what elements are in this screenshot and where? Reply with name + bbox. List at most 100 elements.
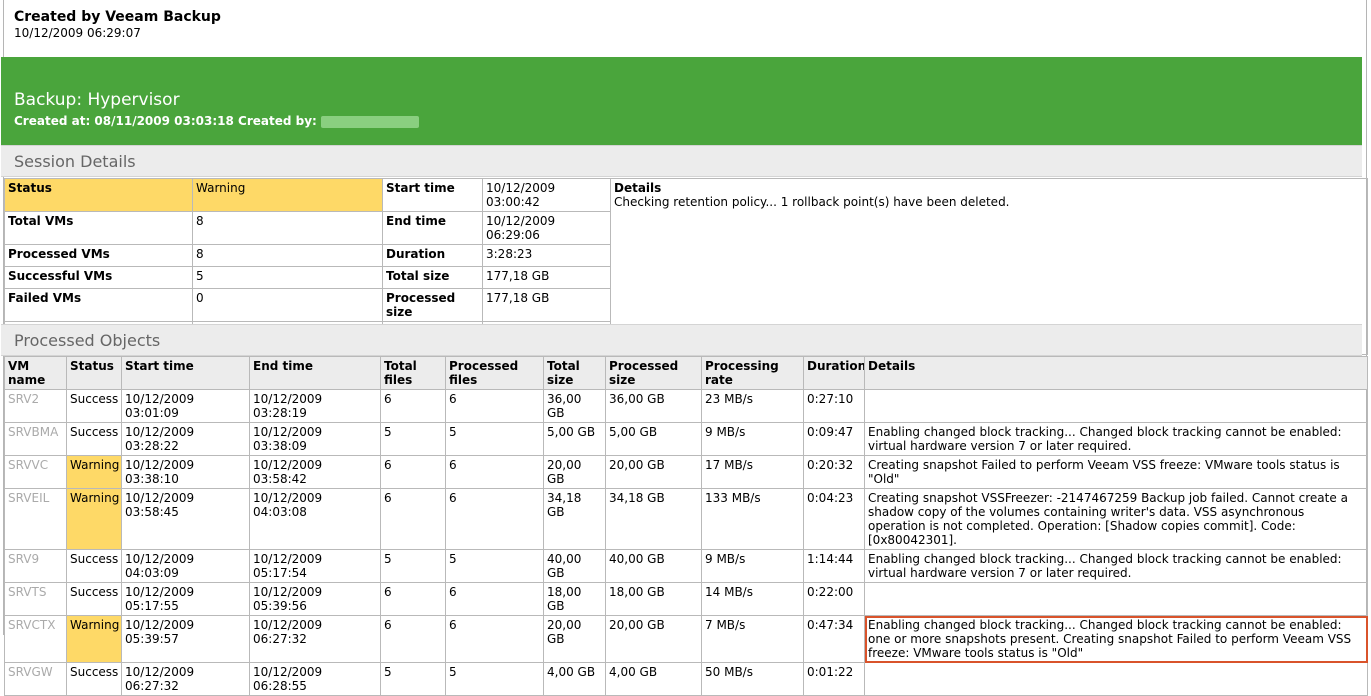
session-value: 177,18 GB bbox=[482, 266, 611, 289]
table-cell: 5 bbox=[380, 662, 446, 696]
table-cell: 6 bbox=[445, 615, 544, 663]
table-cell: 36,00 GB bbox=[543, 389, 606, 423]
column-header: Status bbox=[66, 356, 122, 390]
table-cell: 36,00 GB bbox=[605, 389, 702, 423]
table-cell: 10/12/2009 03:28:22 bbox=[121, 422, 250, 456]
table-cell: SRV9 bbox=[4, 549, 67, 583]
table-cell: 10/12/2009 05:17:54 bbox=[249, 549, 381, 583]
session-value: 8 bbox=[192, 211, 383, 245]
report-title: Created by Veeam Backup bbox=[14, 9, 221, 25]
table-cell: Success bbox=[66, 662, 122, 696]
table-cell: Success bbox=[66, 422, 122, 456]
session-label: Total size bbox=[382, 266, 483, 289]
table-cell: 6 bbox=[380, 582, 446, 616]
column-header: Processed files bbox=[445, 356, 544, 390]
column-header: Total files bbox=[380, 356, 446, 390]
table-cell: 20,00 GB bbox=[543, 455, 606, 489]
session-value: 5 bbox=[192, 266, 383, 289]
table-cell: 7 MB/s bbox=[701, 615, 804, 663]
job-banner: Backup: Hypervisor Created at: 08/11/200… bbox=[1, 57, 1362, 145]
table-cell: SRVEIL bbox=[4, 488, 67, 550]
table-cell: Warning bbox=[66, 488, 122, 550]
table-cell: 133 MB/s bbox=[701, 488, 804, 550]
table-cell bbox=[864, 582, 1368, 616]
table-cell: 1:14:44 bbox=[803, 549, 865, 583]
table-cell: 6 bbox=[380, 615, 446, 663]
session-label: Failed VMs bbox=[4, 288, 193, 322]
session-label: Processed size bbox=[382, 288, 483, 322]
table-row: SRVEIL Warning 10/12/2009 03:58:45 10/12/20… bbox=[4, 488, 1368, 550]
table-cell: SRVTS bbox=[4, 582, 67, 616]
processed-objects-heading: Processed Objects bbox=[1, 324, 1362, 356]
table-row: SRV2 Success 10/12/2009 03:01:09 10/12/2009… bbox=[4, 389, 1368, 423]
table-cell: 0:47:34 bbox=[803, 615, 865, 663]
table-cell: 9 MB/s bbox=[701, 549, 804, 583]
session-value: 10/12/2009 03:00:42 bbox=[482, 178, 611, 212]
session-details-label: Details bbox=[614, 181, 662, 195]
session-value: 177,18 GB bbox=[482, 288, 611, 322]
table-cell: 5 bbox=[445, 662, 544, 696]
table-cell: 10/12/2009 04:03:08 bbox=[249, 488, 381, 550]
session-label: Status bbox=[4, 178, 193, 212]
session-label: Processed VMs bbox=[4, 244, 193, 267]
table-cell: 6 bbox=[445, 488, 544, 550]
table-cell: 0:09:47 bbox=[803, 422, 865, 456]
session-label: Successful VMs bbox=[4, 266, 193, 289]
session-value: 10/12/2009 06:29:06 bbox=[482, 211, 611, 245]
table-cell: 10/12/2009 06:27:32 bbox=[121, 662, 250, 696]
table-cell: Warning bbox=[66, 455, 122, 489]
table-cell: SRVCTX bbox=[4, 615, 67, 663]
table-cell: 5 bbox=[380, 422, 446, 456]
table-cell: 10/12/2009 05:17:55 bbox=[121, 582, 250, 616]
table-cell: 10/12/2009 03:58:42 bbox=[249, 455, 381, 489]
column-header: End time bbox=[249, 356, 381, 390]
table-cell: Enabling changed block tracking... Chang… bbox=[864, 615, 1368, 663]
session-value: 8 bbox=[192, 244, 383, 267]
table-cell: 4,00 GB bbox=[605, 662, 702, 696]
table-cell: 10/12/2009 03:38:09 bbox=[249, 422, 381, 456]
session-value: 0 bbox=[192, 288, 383, 322]
table-cell: Enabling changed block tracking... Chang… bbox=[864, 549, 1368, 583]
table-cell: 20,00 GB bbox=[605, 455, 702, 489]
processed-objects-table: VM name Status Start time End time Total fil… bbox=[4, 356, 1368, 696]
table-cell: 34,18 GB bbox=[605, 488, 702, 550]
column-header: Processing rate bbox=[701, 356, 804, 390]
table-cell: 0:20:32 bbox=[803, 455, 865, 489]
table-cell: 6 bbox=[380, 455, 446, 489]
table-cell: 0:01:22 bbox=[803, 662, 865, 696]
table-cell: Warning bbox=[66, 615, 122, 663]
session-value: 3:28:23 bbox=[482, 244, 611, 267]
table-cell: 0:04:23 bbox=[803, 488, 865, 550]
session-details-title: Session Details bbox=[14, 152, 136, 171]
table-cell: 5,00 GB bbox=[543, 422, 606, 456]
column-header: Start time bbox=[121, 356, 250, 390]
processed-objects-title: Processed Objects bbox=[14, 331, 161, 350]
table-cell: 6 bbox=[380, 389, 446, 423]
table-row: SRVVC Warning 10/12/2009 03:38:10 10/12/200… bbox=[4, 455, 1368, 489]
table-row: SRVBMA Success 10/12/2009 03:28:22 10/12/20… bbox=[4, 422, 1368, 456]
table-cell: 20,00 GB bbox=[543, 615, 606, 663]
redacted-username bbox=[321, 115, 420, 128]
table-cell: Success bbox=[66, 389, 122, 423]
table-cell: 5 bbox=[380, 549, 446, 583]
table-cell: 10/12/2009 06:27:32 bbox=[249, 615, 381, 663]
table-cell: 40,00 GB bbox=[543, 549, 606, 583]
session-value: Warning bbox=[192, 178, 383, 212]
table-cell: 20,00 GB bbox=[605, 615, 702, 663]
table-cell: Enabling changed block tracking... Chang… bbox=[864, 422, 1368, 456]
table-cell: 10/12/2009 03:58:45 bbox=[121, 488, 250, 550]
table-cell bbox=[864, 389, 1368, 423]
table-cell: 9 MB/s bbox=[701, 422, 804, 456]
column-header: VM name bbox=[4, 356, 67, 390]
table-row: SRVTS Success 10/12/2009 05:17:55 10/12/200… bbox=[4, 582, 1368, 616]
table-cell: Success bbox=[66, 549, 122, 583]
table-cell: 50 MB/s bbox=[701, 662, 804, 696]
session-label: End time bbox=[382, 211, 483, 245]
report-header: Created by Veeam Backup 10/12/2009 06:29… bbox=[14, 9, 221, 40]
table-cell: 5 bbox=[445, 549, 544, 583]
table-cell: 40,00 GB bbox=[605, 549, 702, 583]
job-subtitle: Created at: 08/11/2009 03:03:18 Created … bbox=[14, 114, 420, 128]
table-cell: Success bbox=[66, 582, 122, 616]
table-row: SRVCTX Warning 10/12/2009 05:39:57 10/12/20… bbox=[4, 615, 1368, 663]
column-header: Total size bbox=[543, 356, 606, 390]
